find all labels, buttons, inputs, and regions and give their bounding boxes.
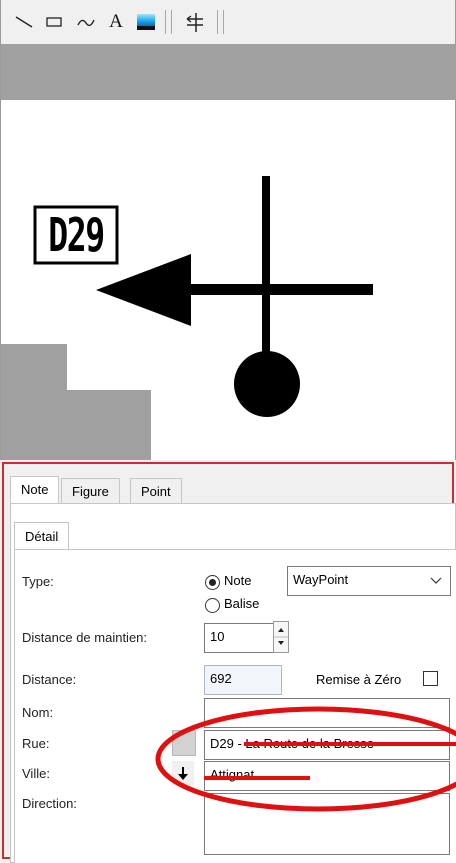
toolbar-separator xyxy=(165,10,166,34)
gradient-icon[interactable] xyxy=(131,8,161,36)
drawing-canvas[interactable]: D29 xyxy=(0,44,456,460)
red-annotation xyxy=(155,706,456,812)
toolbar-separator xyxy=(217,10,218,34)
rectangle-icon[interactable] xyxy=(39,8,69,36)
junction-icon[interactable] xyxy=(177,8,211,36)
toolbar-separator xyxy=(223,10,224,34)
line-icon[interactable] xyxy=(9,8,39,36)
vertical-street xyxy=(262,176,270,378)
annotation-ellipse xyxy=(155,706,456,812)
curve-icon[interactable] xyxy=(71,8,101,36)
properties-panel: Note Figure Point Détail Type: Note WayP… xyxy=(0,460,456,863)
text-icon[interactable]: A xyxy=(101,8,131,36)
drawing-toolbar: A xyxy=(0,0,456,44)
gray-block-shape xyxy=(1,344,151,460)
toolbar-separator xyxy=(171,10,172,34)
road-label-text: D29 xyxy=(48,208,105,262)
position-dot xyxy=(234,351,300,417)
arrow-head xyxy=(96,254,191,326)
